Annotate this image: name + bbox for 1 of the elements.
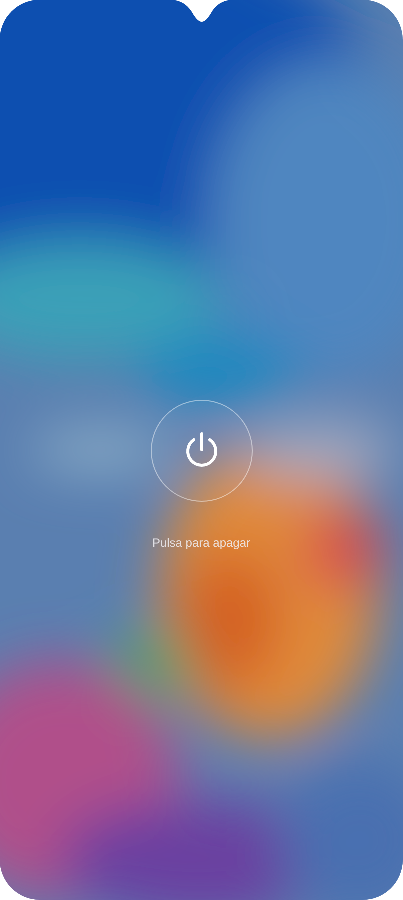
power-off-hint: Pulsa para apagar	[152, 536, 251, 550]
